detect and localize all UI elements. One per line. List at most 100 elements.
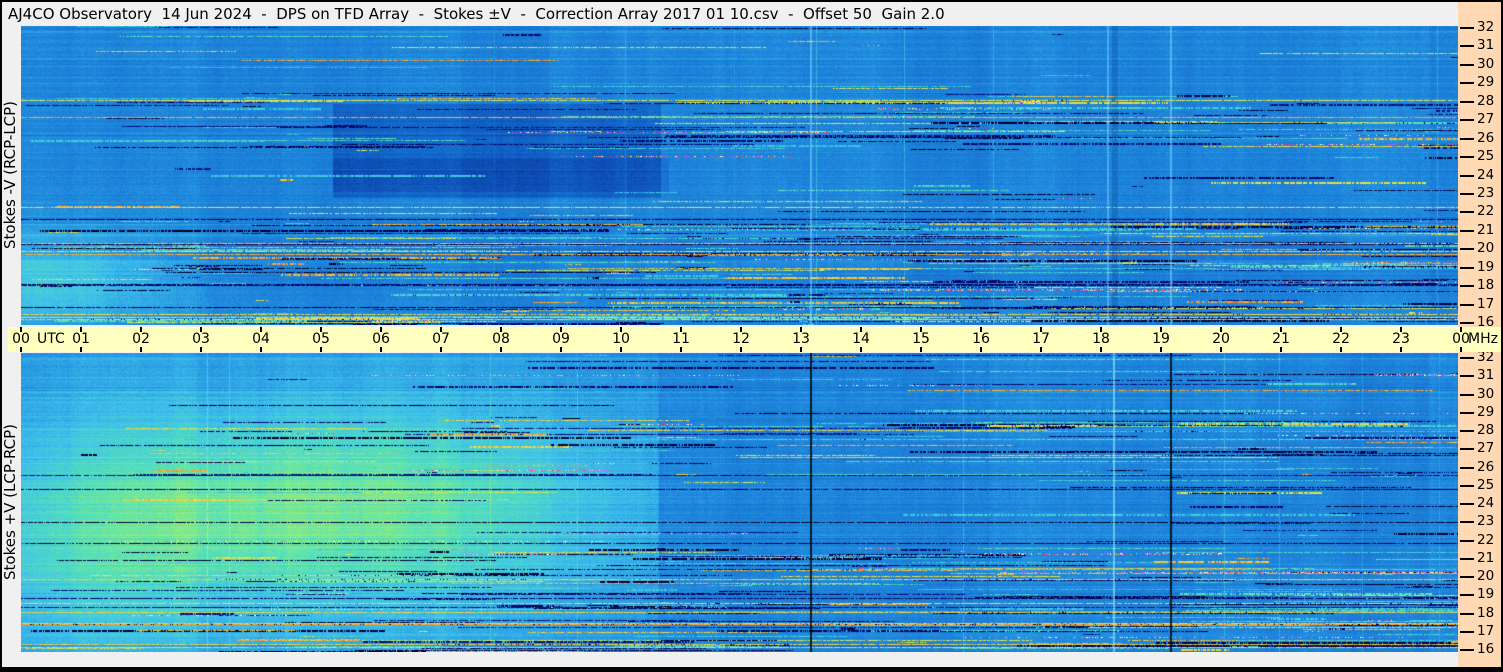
freq-tick — [1460, 448, 1474, 451]
freq-tick — [1460, 156, 1474, 159]
freq-tick-label: 18 — [1477, 277, 1495, 294]
freq-tick — [1460, 375, 1474, 378]
freq-tick-label: 26 — [1477, 458, 1495, 475]
freq-tick-label: 24 — [1477, 166, 1495, 183]
freq-tick — [1460, 557, 1474, 560]
freq-tick-label: 30 — [1477, 385, 1495, 402]
freq-tick-label: 17 — [1477, 622, 1495, 639]
freq-tick-label: 19 — [1477, 586, 1495, 603]
freq-tick — [1460, 649, 1474, 651]
freq-tick — [1460, 211, 1474, 214]
freq-tick — [1460, 285, 1474, 288]
time-tick-label: 03 — [192, 331, 210, 347]
freq-tick — [1460, 430, 1474, 432]
time-tick-label: 11 — [672, 331, 690, 347]
time-tick-label: 00 — [1452, 331, 1470, 347]
time-tick — [1400, 347, 1402, 352]
time-tick — [1040, 347, 1042, 352]
time-tick-label: 04 — [252, 331, 270, 347]
time-tick — [440, 347, 442, 352]
time-tick — [800, 347, 802, 352]
utc-label: UTC — [37, 331, 65, 347]
freq-tick-label: 25 — [1477, 476, 1495, 493]
time-tick-label: 23 — [1392, 331, 1410, 347]
time-tick — [1280, 347, 1282, 352]
mhz-unit-label: MHz — [1468, 331, 1498, 347]
freq-tick-label: 31 — [1477, 37, 1495, 54]
freq-tick — [1460, 303, 1474, 306]
freq-tick — [1460, 82, 1474, 85]
freq-tick-label: 17 — [1477, 295, 1495, 312]
freq-tick — [1460, 393, 1474, 396]
freq-tick-label: 24 — [1477, 495, 1495, 511]
freq-tick-label: 26 — [1477, 129, 1495, 146]
bottom-border — [0, 667, 1503, 672]
time-tick — [1220, 347, 1222, 352]
freq-tick-label: 19 — [1477, 258, 1495, 275]
time-tick — [20, 347, 22, 352]
spectrogram-stokes-minus-v — [21, 26, 1458, 325]
time-tick — [560, 347, 562, 352]
spectrogram-stokes-plus-v — [21, 353, 1458, 652]
freq-tick — [1460, 100, 1474, 103]
spectrograph-window: AJ4CO Observatory 14 Jun 2024 - DPS on T… — [0, 0, 1503, 672]
time-tick-label: 22 — [1332, 331, 1350, 347]
time-tick-label: 02 — [132, 331, 150, 347]
freq-tick-label: 20 — [1477, 240, 1495, 257]
freq-tick — [1460, 63, 1474, 66]
time-tick — [620, 347, 622, 352]
time-tick — [260, 347, 262, 352]
time-tick-label: 20 — [1212, 331, 1230, 347]
freq-tick-label: 28 — [1477, 92, 1495, 109]
time-tick — [320, 347, 322, 352]
time-tick — [1340, 347, 1342, 352]
freq-tick-label: 16 — [1477, 641, 1495, 657]
freq-tick — [1460, 248, 1474, 251]
time-tick — [1160, 347, 1162, 352]
content-area: AJ4CO Observatory 14 Jun 2024 - DPS on T… — [2, 2, 1501, 667]
freq-tick-label: 30 — [1477, 55, 1495, 72]
panel-label-stokes-minus-v: Stokes -V (RCP-LCP) — [2, 101, 19, 249]
time-tick-label: 05 — [312, 331, 330, 347]
time-tick-label: 06 — [372, 331, 390, 347]
freq-tick — [1460, 266, 1474, 269]
time-tick — [1460, 347, 1462, 352]
time-tick — [200, 347, 202, 352]
freq-tick — [1460, 630, 1474, 633]
time-tick-label: 00 — [12, 331, 30, 347]
time-tick — [680, 347, 682, 352]
freq-tick — [1460, 174, 1474, 177]
freq-tick-label: 27 — [1477, 440, 1495, 457]
time-tick — [980, 347, 982, 352]
freq-tick — [1460, 357, 1474, 359]
time-tick-label: 16 — [972, 331, 990, 347]
freq-tick — [1460, 137, 1474, 140]
time-tick — [500, 347, 502, 352]
freq-tick — [1460, 612, 1474, 615]
time-tick-label: 19 — [1152, 331, 1170, 347]
freq-tick-label: 21 — [1477, 221, 1495, 238]
time-tick — [80, 347, 82, 352]
time-tick — [860, 347, 862, 352]
time-tick — [1100, 347, 1102, 352]
freq-tick-label: 32 — [1477, 19, 1495, 35]
freq-tick-label: 20 — [1477, 568, 1495, 584]
freq-tick-label: 25 — [1477, 148, 1495, 165]
freq-tick-label: 21 — [1477, 549, 1495, 566]
freq-tick-label: 28 — [1477, 422, 1495, 438]
time-tick — [740, 347, 742, 352]
time-axis: UTC MHz 00 01 02 03 04 05 06 07 08 09 10 11 12 13 14 15… — [8, 327, 1501, 352]
freq-tick-label: 29 — [1477, 403, 1495, 420]
time-tick-label: 09 — [552, 331, 570, 347]
time-tick-label: 01 — [72, 331, 90, 347]
time-tick-label: 21 — [1272, 331, 1290, 347]
freq-tick — [1460, 27, 1474, 29]
freq-tick — [1460, 539, 1474, 542]
freq-tick — [1460, 503, 1474, 505]
freq-tick — [1460, 576, 1474, 578]
time-tick-label: 08 — [492, 331, 510, 347]
title-bar: AJ4CO Observatory 14 Jun 2024 - DPS on T… — [2, 2, 1458, 26]
time-tick-label: 18 — [1092, 331, 1110, 347]
time-tick-label: 14 — [852, 331, 870, 347]
freq-tick-label: 32 — [1477, 349, 1495, 365]
